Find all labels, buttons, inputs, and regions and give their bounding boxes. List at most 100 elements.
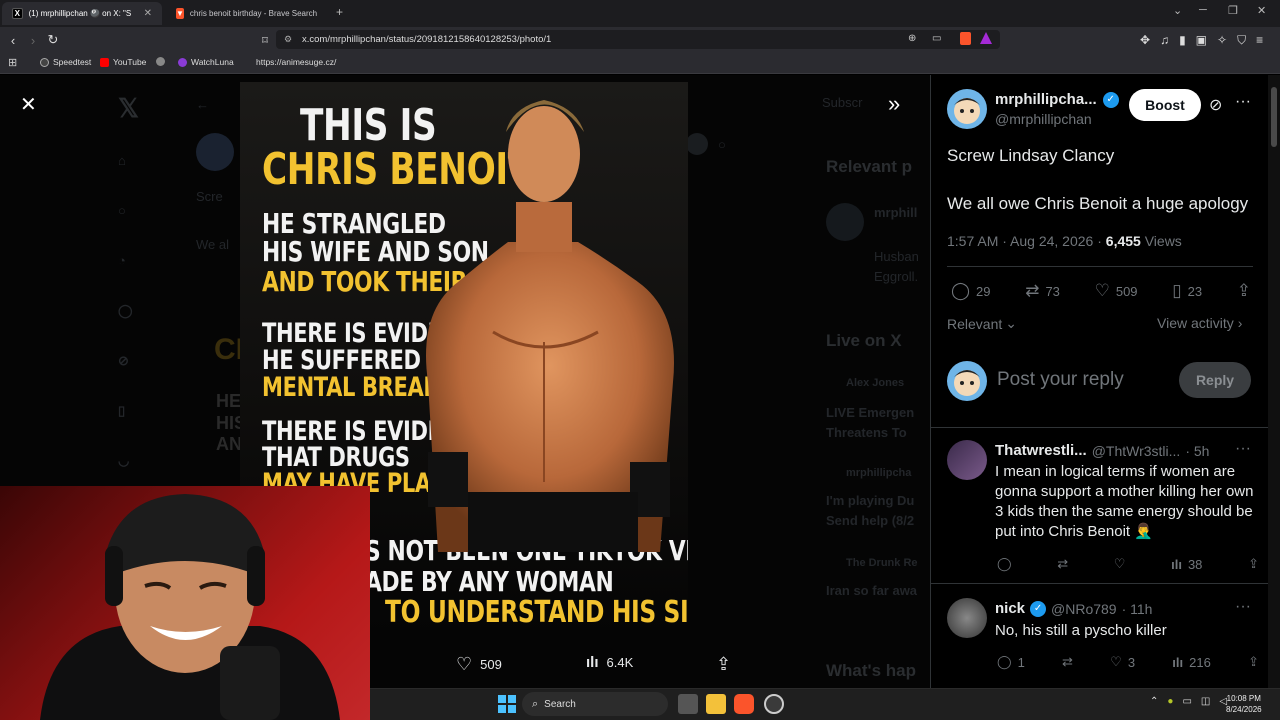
share-icon[interactable]: ⇪ (716, 654, 731, 675)
media-icon[interactable]: ♫ (1160, 33, 1169, 48)
bookmark-globe[interactable] (156, 57, 165, 66)
new-tab-icon[interactable]: + (336, 5, 343, 19)
reply-like-button[interactable]: ♡ (1114, 556, 1126, 572)
close-window-icon[interactable]: ✕ (1257, 4, 1266, 17)
minimize-icon[interactable]: ─ (1199, 4, 1207, 16)
apps-grid-icon[interactable]: ⊞ (8, 56, 17, 69)
view-activity-link[interactable]: View activity › (1157, 315, 1242, 331)
display-icon[interactable]: ▭ (1182, 696, 1191, 707)
reply-author-handle[interactable]: @ThtWr3stli... (1092, 443, 1181, 459)
brave-shields-icon[interactable] (960, 32, 971, 45)
sidebar-icon[interactable]: ▮ (1179, 33, 1186, 48)
maximize-icon[interactable]: ❐ (1228, 4, 1238, 17)
brave-rewards-icon[interactable] (980, 32, 992, 44)
site-info-icon[interactable]: ⚙ (284, 34, 292, 45)
reply-reply-button[interactable]: ◯ 1 (997, 654, 1025, 670)
bookmark-youtube[interactable]: YouTube (100, 57, 146, 67)
reply-reply-button[interactable]: ◯ (997, 556, 1012, 572)
heart-icon: ♡ (456, 654, 473, 674)
bookmark-speedtest[interactable]: Speedtest (40, 57, 91, 67)
bookmark-watchluna[interactable]: WatchLuna (178, 57, 234, 67)
author-handle[interactable]: @mrphillipchan (995, 111, 1092, 127)
bookmarks-ghost-icon: ▯ (118, 403, 126, 418)
close-viewer-icon[interactable]: ✕ (20, 95, 37, 115)
reply-button-submit[interactable]: Reply (1179, 362, 1251, 398)
windows-start-icon[interactable] (498, 695, 516, 713)
reply-item[interactable]: nick ✓ @NRo789 · 11h ··· No, his still a… (931, 584, 1268, 688)
grok-ghost-icon: ⊘ (118, 353, 129, 368)
taskbar-clock[interactable]: 10:08 PM 8/24/2026 (1226, 693, 1262, 715)
taskbar-search[interactable]: ⌕ Search (522, 692, 668, 716)
views-count: 6.4K (606, 655, 634, 670)
reply-views[interactable]: ılı 216 (1172, 655, 1211, 670)
wallet-icon[interactable]: ▣ (1196, 33, 1207, 48)
task-view-icon[interactable] (678, 694, 698, 714)
sort-replies-button[interactable]: Relevant ⌄ (947, 315, 1017, 332)
scrollbar-thumb[interactable] (1271, 87, 1277, 147)
url-field[interactable]: ⚙ x.com/mrphillipchan/status/20918121586… (276, 30, 1000, 49)
reply-repost-button[interactable]: ⇄ (1057, 556, 1068, 572)
reply-avatar[interactable] (947, 440, 987, 480)
bookmark-animesuge[interactable]: https://animesuge.cz/ (256, 57, 336, 67)
more-options-icon[interactable]: ··· (1235, 93, 1251, 111)
back-icon[interactable]: ‹ (4, 31, 22, 49)
reply-author-handle[interactable]: @NRo789 (1051, 601, 1117, 617)
sidebar-scrollbar[interactable] (1268, 75, 1280, 688)
close-tab-icon[interactable]: ✕ (144, 8, 152, 19)
tweet-timestamp[interactable]: 1:57 AM · Aug 24, 2026 · (947, 233, 1106, 249)
more-options-icon[interactable]: ··· (1235, 440, 1251, 458)
forward-icon[interactable]: › (24, 31, 42, 49)
reply-author-name[interactable]: nick (995, 600, 1025, 617)
reload-icon[interactable]: ↻ (44, 31, 62, 49)
leo-ai-icon[interactable]: ✧ (1217, 33, 1227, 48)
reply-like-button[interactable]: ♡ 3 (1110, 654, 1135, 670)
reply-button[interactable]: ◯ 29 (951, 281, 991, 301)
system-tray: ⌃ ● ▭ ◫ ◁ (1150, 696, 1227, 707)
clock-time: 10:08 PM (1226, 694, 1261, 703)
obs-icon[interactable] (764, 694, 784, 714)
expand-sidebar-icon[interactable]: » (888, 93, 900, 115)
boost-button[interactable]: Boost (1129, 89, 1201, 121)
tweet-meta: 1:57 AM · Aug 24, 2026 · 6,455 Views (947, 233, 1182, 249)
reply-author-name[interactable]: Thatwrestli... (995, 442, 1087, 459)
tab-brave-search[interactable]: ▼ chris benoit birthday - Brave Search (166, 2, 326, 25)
reply-repost-button[interactable]: ⇄ (1062, 654, 1073, 670)
poster-text: TO UNDERSTAND HIS SIDE. (385, 595, 688, 630)
reply-time[interactable]: · 11h (1122, 601, 1153, 617)
repost-icon: ⇄ (1062, 654, 1073, 669)
author-name[interactable]: mrphillipcha... (995, 91, 1097, 108)
brave-taskbar-icon[interactable] (734, 694, 754, 714)
zoom-icon[interactable]: ⊕ (908, 33, 916, 44)
microphone-icon[interactable]: ● (1167, 696, 1173, 707)
menu-icon[interactable]: ≡ (1256, 33, 1263, 48)
reply-share-button[interactable]: ⇪ (1248, 654, 1259, 670)
photo-views-button[interactable]: ılı 6.4K (586, 654, 633, 671)
chevron-down-icon[interactable]: ⌄ (1173, 4, 1182, 17)
chevron-up-icon[interactable]: ⌃ (1150, 696, 1158, 707)
grok-icon[interactable]: ⊘ (1209, 95, 1222, 115)
reply-time[interactable]: · 5h (1185, 443, 1209, 459)
reply-input[interactable]: Post your reply (997, 369, 1124, 391)
cast-icon[interactable]: ▭ (932, 33, 941, 44)
share-button[interactable]: ⇪ (1237, 281, 1251, 301)
network-icon[interactable]: ◫ (1201, 696, 1210, 707)
reply-avatar[interactable] (947, 598, 987, 638)
like-button[interactable]: ♡ 509 (1095, 281, 1138, 301)
photo-like-button[interactable]: ♡ 509 (456, 654, 502, 675)
ghost-text: Scre (196, 189, 223, 204)
bookmark-button[interactable]: ▯ 23 (1172, 281, 1202, 301)
reply-item[interactable]: Thatwrestli... @ThtWr3stli... · 5h ··· I… (931, 428, 1268, 580)
vpn-icon[interactable]: ⛉ (1237, 33, 1246, 48)
share-icon: ⇪ (1248, 654, 1259, 669)
author-avatar[interactable] (947, 89, 987, 129)
file-explorer-icon[interactable] (706, 694, 726, 714)
repost-icon: ⇄ (1057, 556, 1069, 571)
reply-share-button[interactable]: ⇪ (1248, 556, 1259, 572)
repost-button[interactable]: ⇄ 73 (1025, 281, 1060, 301)
reply-views[interactable]: ılı 38 (1171, 557, 1202, 572)
bookmark-page-icon[interactable]: ⌑ (256, 31, 274, 49)
more-options-icon[interactable]: ··· (1235, 598, 1251, 616)
tab-twitter[interactable]: X (1) mrphillipchan 🎱 on X: "S ✕ (2, 2, 162, 25)
extensions-icon[interactable]: ✥ (1140, 33, 1150, 48)
user-avatar[interactable] (947, 361, 987, 401)
